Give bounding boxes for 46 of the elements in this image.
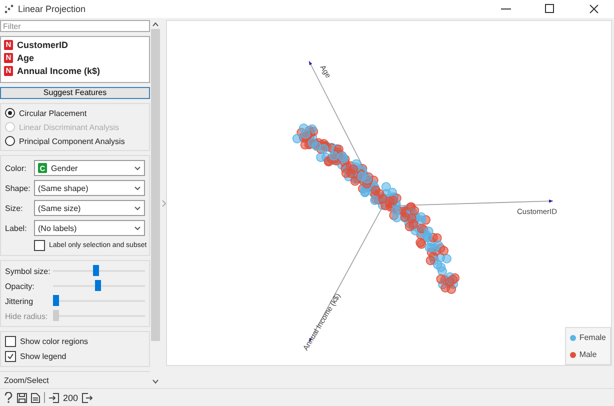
legend-label: Female	[579, 333, 606, 342]
placement-option-label[interactable]: Circular Placement	[19, 108, 87, 118]
attribute-dropdown[interactable]: (Same shape)	[34, 180, 145, 196]
input-icon[interactable]	[49, 392, 59, 402]
filter-field[interactable]: Filter	[0, 20, 150, 32]
slider-handle[interactable]	[53, 295, 59, 306]
output-icon[interactable]	[82, 392, 94, 402]
checkmark-icon	[7, 353, 14, 360]
slider-handle[interactable]	[93, 265, 100, 276]
feature-name[interactable]: Age	[17, 52, 34, 63]
data-count: 200	[63, 392, 78, 402]
option-checkbox[interactable]: Show color regions	[5, 336, 145, 347]
option-checkbox[interactable]: Show legend	[5, 351, 145, 362]
attribute-dropdown[interactable]: (Same size)	[34, 200, 145, 216]
placement-option-label[interactable]: Principal Component Analysis	[19, 136, 125, 146]
slider-label: Jittering	[5, 296, 34, 306]
dropdown-caret-icon	[134, 226, 141, 230]
radio-button[interactable]	[5, 136, 15, 146]
dropdown-caret-icon	[134, 206, 141, 210]
group-title: Zoom/Select	[4, 376, 49, 385]
dropdown-caret-icon	[134, 166, 141, 170]
feature-name[interactable]: Annual Income (k$)	[17, 66, 100, 76]
slider-label: Hide radius:	[5, 312, 49, 320]
suggest-features-button[interactable]: Suggest Features	[0, 86, 150, 99]
panel-scrollbar[interactable]	[150, 20, 161, 386]
slider-label: Symbol size:	[5, 266, 52, 276]
attribute-label: Shape:	[5, 184, 32, 192]
slider-handle[interactable]	[95, 280, 102, 291]
help-icon[interactable]	[4, 392, 13, 403]
feature-name[interactable]: CustomerID	[17, 40, 68, 50]
document-icon[interactable]	[31, 392, 40, 402]
maximize-icon[interactable]	[545, 4, 555, 14]
slider-label: Opacity:	[5, 282, 36, 290]
window-title: Linear Projection	[18, 4, 87, 14]
attribute-dropdown[interactable]: (No labels)	[34, 220, 145, 236]
dropdown-caret-icon	[134, 186, 141, 190]
legend-label: Male	[579, 350, 597, 359]
attribute-label: Size:	[5, 204, 24, 212]
scroll-up-icon[interactable]	[152, 20, 159, 29]
attribute-label: Color:	[5, 164, 28, 172]
close-icon[interactable]	[589, 4, 599, 14]
scroll-down-icon[interactable]	[152, 377, 159, 386]
radio-button[interactable]	[5, 108, 15, 118]
scatter-app-icon	[4, 4, 14, 14]
attribute-label: Label:	[5, 224, 28, 232]
save-icon[interactable]	[17, 392, 27, 402]
